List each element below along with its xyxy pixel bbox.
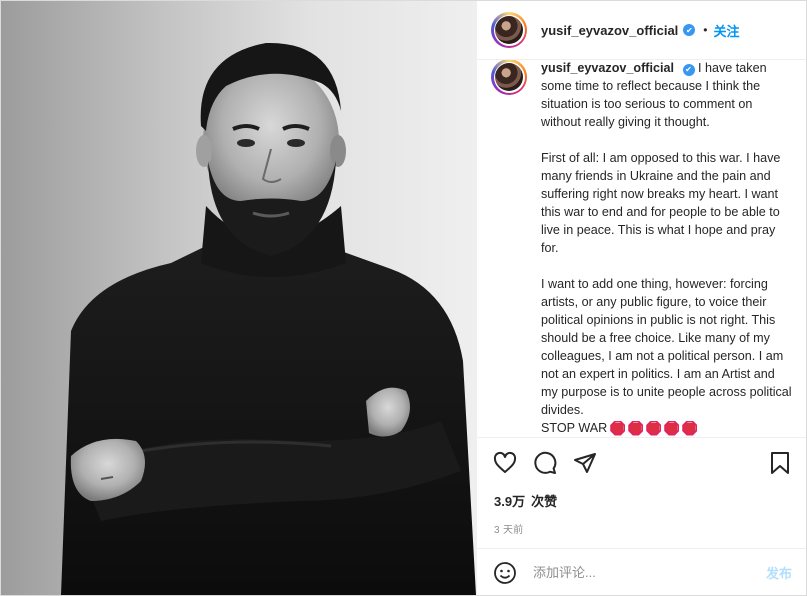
portrait-photo — [61, 42, 476, 595]
header-username[interactable]: yusif_eyvazov_official — [541, 23, 678, 38]
stop-sign-icon — [682, 420, 698, 436]
caption-paragraph: yusif_eyvazov_official ✔ I have taken so… — [541, 60, 792, 131]
caption-paragraph-2: First of all: I am opposed to this war. … — [541, 151, 781, 255]
likes-label: 次赞 — [531, 494, 558, 509]
caption-avatar[interactable] — [491, 60, 527, 95]
paper-plane-icon[interactable] — [573, 451, 599, 477]
post-actions-section: 3.9万 次赞 3 天前 — [477, 437, 806, 536]
stop-sign-icon — [664, 420, 680, 436]
smiley-icon[interactable] — [493, 561, 517, 585]
stop-sign-icon — [646, 420, 662, 436]
comment-input[interactable] — [531, 564, 766, 581]
avatar[interactable] — [491, 12, 527, 48]
caption-text: yusif_eyvazov_official ✔ I have taken so… — [541, 60, 792, 437]
separator-dot: • — [703, 23, 708, 37]
post-header: yusif_eyvazov_official ✔ • 关注 — [477, 1, 806, 60]
post-timestamp[interactable]: 3 天前 — [477, 521, 806, 536]
caption-username[interactable]: yusif_eyvazov_official — [541, 61, 674, 75]
comments-section[interactable]: yusif_eyvazov_official ✔ I have taken so… — [477, 60, 806, 437]
caption-paragraph-3: I want to add one thing, however: forcin… — [541, 277, 792, 417]
avatar-image — [495, 63, 523, 91]
caption-closing: STOP WAR — [541, 419, 698, 437]
post-photo[interactable] — [1, 1, 476, 595]
stop-sign-icon — [610, 420, 626, 436]
like-count[interactable]: 3.9万 次赞 — [477, 491, 806, 510]
avatar-ring — [493, 14, 525, 46]
avatar-image — [495, 16, 523, 44]
caption: yusif_eyvazov_official ✔ I have taken so… — [491, 60, 792, 437]
avatar-ring — [493, 61, 525, 93]
heart-icon[interactable] — [493, 451, 519, 477]
verified-badge-icon: ✔ — [683, 24, 696, 36]
likes-number: 3.9万 — [494, 494, 526, 509]
follow-button[interactable]: 关注 — [714, 21, 740, 40]
stop-war-text: STOP WAR — [541, 421, 608, 435]
verified-badge-icon: ✔ — [682, 64, 695, 76]
bookmark-icon[interactable] — [768, 451, 794, 477]
action-bar — [477, 438, 806, 490]
post-sidebar: yusif_eyvazov_official ✔ • 关注 yusif_eyva… — [476, 1, 806, 595]
comment-bubble-icon[interactable] — [533, 451, 559, 477]
add-comment-bar: 发布 — [477, 548, 806, 596]
stop-sign-icon — [628, 420, 644, 436]
post-dialog: yusif_eyvazov_official ✔ • 关注 yusif_eyva… — [0, 0, 807, 596]
post-comment-button[interactable]: 发布 — [766, 563, 792, 582]
